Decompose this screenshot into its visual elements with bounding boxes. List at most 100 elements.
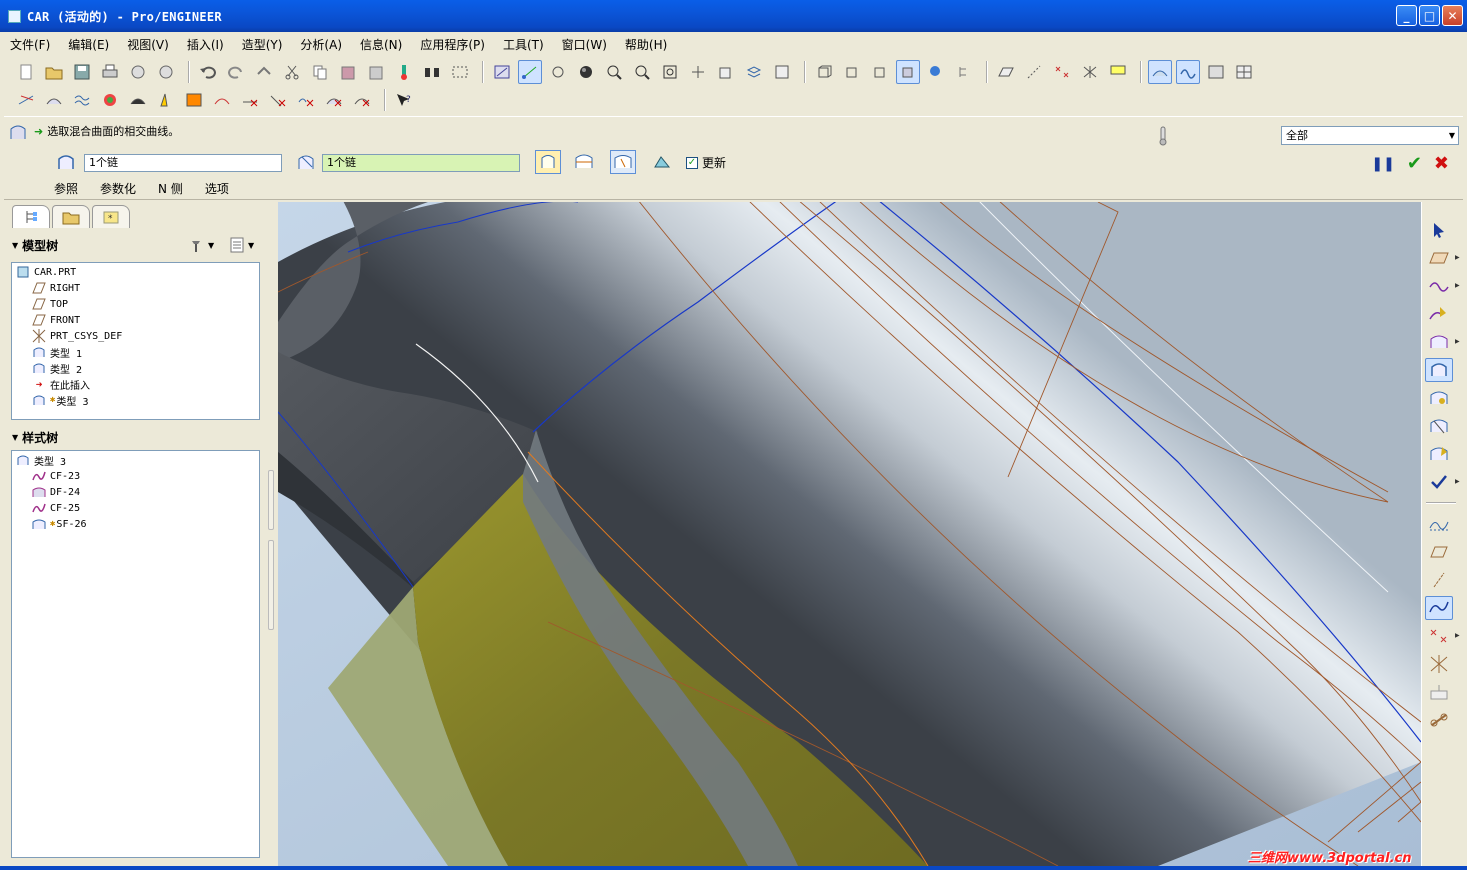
menu-analysis[interactable]: 分析(A)	[300, 36, 342, 53]
ok-button[interactable]: ✔	[1407, 153, 1422, 174]
sketched-curve-icon[interactable]	[1425, 596, 1453, 620]
analysis-feature-icon[interactable]	[1425, 680, 1453, 704]
tab-references[interactable]: 参照	[54, 180, 78, 197]
tree-item-car-prt[interactable]: CAR.PRT	[16, 264, 259, 280]
second-direction-chain-field[interactable]: 1个链	[322, 154, 520, 172]
style-surface-icon[interactable]	[1148, 60, 1172, 84]
wireframe-icon[interactable]	[812, 60, 836, 84]
delete-all-curvature-icon[interactable]	[294, 88, 318, 112]
surface-preview-icon[interactable]	[651, 153, 673, 176]
selection-filter-dropdown[interactable]: 全部 ▼	[1281, 126, 1459, 145]
chain-link-icon[interactable]	[1425, 708, 1453, 732]
model-tree-tab[interactable]	[12, 205, 50, 228]
print-icon[interactable]	[98, 60, 122, 84]
whats-this-help-icon[interactable]: ?	[392, 88, 416, 112]
annotation-icon[interactable]	[1106, 60, 1130, 84]
tree-item-style-2[interactable]: 类型 2	[16, 360, 259, 376]
tab-n-sided[interactable]: N 侧	[158, 180, 183, 197]
surface-option-3-icon[interactable]	[610, 150, 636, 174]
menu-tools[interactable]: 工具(T)	[503, 36, 544, 53]
menu-applications[interactable]: 应用程序(P)	[420, 36, 485, 53]
menu-edit[interactable]: 编辑(E)	[68, 36, 109, 53]
point-icon[interactable]	[1425, 624, 1453, 648]
surface-connect-icon[interactable]	[1425, 386, 1453, 410]
model-tree-header[interactable]: ▼ 模型树	[12, 237, 58, 254]
reorient-icon[interactable]	[686, 60, 710, 84]
hidden-line-icon[interactable]	[840, 60, 864, 84]
folder-browser-tab[interactable]	[52, 205, 90, 228]
surface-mesh-icon[interactable]	[1204, 60, 1228, 84]
edit-curve-icon[interactable]	[1425, 302, 1453, 326]
tree-settings-button[interactable]: ▼	[188, 236, 214, 254]
send-link-icon[interactable]	[154, 60, 178, 84]
copy-icon[interactable]	[308, 60, 332, 84]
tree-item-front[interactable]: FRONT	[16, 312, 259, 328]
offset-analysis-icon[interactable]	[70, 88, 94, 112]
curve-curvature-icon[interactable]	[14, 88, 38, 112]
no-hidden-icon[interactable]	[868, 60, 892, 84]
reflection-icon[interactable]	[126, 88, 150, 112]
draft-check-icon[interactable]	[182, 88, 206, 112]
select-arrow-icon[interactable]	[1425, 218, 1453, 242]
maximize-button[interactable]: □	[1419, 5, 1440, 26]
first-chain-icon[interactable]	[56, 153, 76, 176]
view-manager-icon[interactable]	[770, 60, 794, 84]
model-tree-toggle-icon[interactable]	[952, 60, 976, 84]
graphics-viewport[interactable]	[278, 202, 1421, 866]
cancel-button[interactable]: ✖	[1434, 153, 1449, 174]
tree-item-style-3[interactable]: ✱ 类型 3	[16, 392, 259, 408]
auto-update-option[interactable]: ✓ 更新	[686, 154, 726, 171]
select-box-icon[interactable]	[448, 60, 472, 84]
surface-trim-icon[interactable]	[1425, 414, 1453, 438]
surface-edit-icon[interactable]	[1425, 442, 1453, 466]
redo-icon[interactable]	[224, 60, 248, 84]
zoom-out-icon[interactable]	[630, 60, 654, 84]
sketch-view-icon[interactable]	[490, 60, 514, 84]
first-direction-chain-field[interactable]: 1个链	[84, 154, 282, 172]
style-tree-item-cf-23[interactable]: CF-23	[16, 468, 259, 484]
tree-item-prt-csys-def[interactable]: PRT_CSYS_DEF	[16, 328, 259, 344]
shading-icon[interactable]	[574, 60, 598, 84]
undo-icon[interactable]	[196, 60, 220, 84]
regenerate-icon[interactable]	[252, 60, 276, 84]
surface-option-2-icon[interactable]	[573, 152, 595, 175]
dihedral-icon[interactable]	[210, 88, 234, 112]
axis-icon[interactable]	[1425, 568, 1453, 592]
tree-item-right[interactable]: RIGHT	[16, 280, 259, 296]
plane-icon[interactable]	[1425, 540, 1453, 564]
coordinate-system-icon[interactable]	[1425, 652, 1453, 676]
style-tree-item-df-24[interactable]: DF-24	[16, 484, 259, 500]
menu-view[interactable]: 视图(V)	[127, 36, 169, 53]
pause-button[interactable]: ❚❚	[1371, 156, 1394, 172]
gaussian-curvature-icon[interactable]	[98, 88, 122, 112]
style-tree-header[interactable]: ▼ 样式树	[12, 429, 58, 446]
spin-center-icon[interactable]	[546, 60, 570, 84]
curve-analysis-icon[interactable]	[1425, 512, 1453, 536]
style-curve-icon[interactable]	[1176, 60, 1200, 84]
menu-style[interactable]: 造型(Y)	[242, 36, 283, 53]
boundary-surface-icon[interactable]	[1425, 358, 1453, 382]
menu-insert[interactable]: 插入(I)	[187, 36, 224, 53]
create-surface-icon[interactable]	[1425, 330, 1453, 354]
tree-item-insert-here[interactable]: ➜ 在此插入	[16, 376, 259, 392]
slope-analysis-icon[interactable]	[154, 88, 178, 112]
style-tree-item-sf-26[interactable]: ✱ SF-26	[16, 516, 259, 532]
datum-points-icon[interactable]	[1050, 60, 1074, 84]
cut-icon[interactable]	[280, 60, 304, 84]
panel-splitter-handle[interactable]	[268, 470, 274, 530]
delete-curve-analysis-icon[interactable]	[238, 88, 262, 112]
active-plane-icon[interactable]	[1425, 246, 1453, 270]
close-button[interactable]: ✕	[1442, 5, 1463, 26]
new-file-icon[interactable]	[14, 60, 38, 84]
done-check-icon[interactable]	[1425, 470, 1453, 494]
grid-toggle-icon[interactable]	[1232, 60, 1256, 84]
paste-special-icon[interactable]	[364, 60, 388, 84]
menu-info[interactable]: 信息(N)	[360, 36, 402, 53]
shaded-icon[interactable]	[896, 60, 920, 84]
tree-item-top[interactable]: TOP	[16, 296, 259, 312]
open-folder-icon[interactable]	[42, 60, 66, 84]
find-icon[interactable]	[420, 60, 444, 84]
minimize-button[interactable]: _	[1396, 5, 1417, 26]
saved-views-icon[interactable]	[714, 60, 738, 84]
style-tree-root[interactable]: 类型 3	[16, 452, 259, 468]
